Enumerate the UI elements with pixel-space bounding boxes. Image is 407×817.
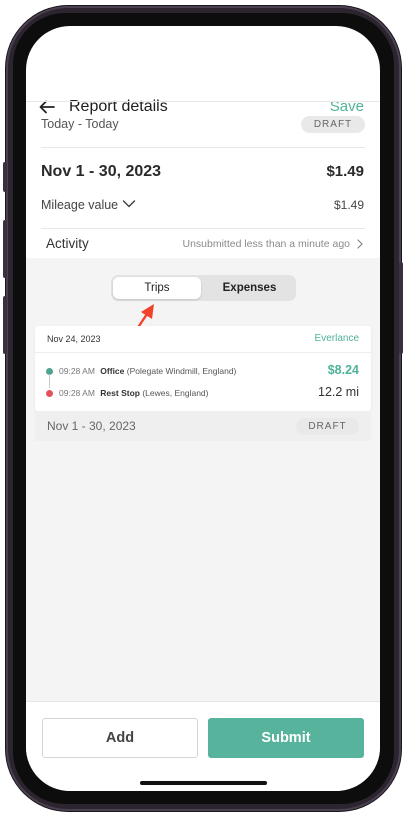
stop-location: (Lewes, England) <box>142 388 209 398</box>
mileage-value-amount: $1.49 <box>333 198 364 212</box>
stop-time: 09:28 AM <box>59 388 95 398</box>
header-divider <box>26 101 380 102</box>
silent-switch <box>3 162 7 192</box>
submit-button[interactable]: Submit <box>208 718 364 758</box>
home-indicator[interactable] <box>140 781 267 785</box>
report-total: $1.49 <box>326 163 364 180</box>
activity-label[interactable]: Activity <box>46 236 89 251</box>
stop-time: 09:28 AM <box>59 366 95 376</box>
app-screen: Report details Save Today - Today DRAFT … <box>26 26 380 791</box>
report-date-range: Today - Today <box>41 117 119 131</box>
trip-distance: 12.2 mi <box>318 385 359 399</box>
trip-date: Nov 24, 2023 <box>47 334 101 344</box>
mileage-value-toggle[interactable]: Mileage value <box>41 198 118 212</box>
stop-name: Office <box>100 366 125 376</box>
section-divider <box>41 147 365 148</box>
bottom-action-bar: Add Submit <box>26 701 380 791</box>
trip-stop-destination: 09:28 AM Rest Stop (Lewes, England) <box>46 388 209 398</box>
stop-name: Rest Stop <box>100 388 140 398</box>
trip-card[interactable]: Nov 24, 2023 Everlance 09:28 AM Office (… <box>35 326 371 411</box>
add-button[interactable]: Add <box>42 718 198 758</box>
trips-expenses-segmented-control: Trips Expenses <box>111 275 296 301</box>
activity-status[interactable]: Unsubmitted less than a minute ago <box>182 238 350 250</box>
report-group-footer: Nov 1 - 30, 2023 DRAFT <box>35 411 371 441</box>
trip-amount: $8.24 <box>327 363 359 377</box>
tab-trips[interactable]: Trips <box>113 277 201 299</box>
stop-location: (Polegate Windmill, England) <box>126 366 237 376</box>
status-badge: DRAFT <box>301 116 365 133</box>
chevron-right-icon[interactable] <box>356 239 364 249</box>
trip-stop-origin: 09:28 AM Office (Polegate Windmill, Engl… <box>46 366 236 376</box>
tab-expenses[interactable]: Expenses <box>205 277 294 299</box>
chevron-down-icon[interactable] <box>122 199 136 209</box>
card-divider <box>35 352 371 353</box>
status-badge: DRAFT <box>296 418 359 435</box>
destination-dot-icon <box>46 390 53 397</box>
trip-provider: Everlance <box>314 333 359 344</box>
route-connector <box>49 374 50 388</box>
content-area <box>26 258 380 701</box>
group-period: Nov 1 - 30, 2023 <box>47 419 136 433</box>
section-divider <box>41 228 365 229</box>
volume-down-button <box>3 296 7 354</box>
volume-up-button <box>3 220 7 278</box>
power-button <box>399 262 403 354</box>
report-period: Nov 1 - 30, 2023 <box>41 163 162 180</box>
